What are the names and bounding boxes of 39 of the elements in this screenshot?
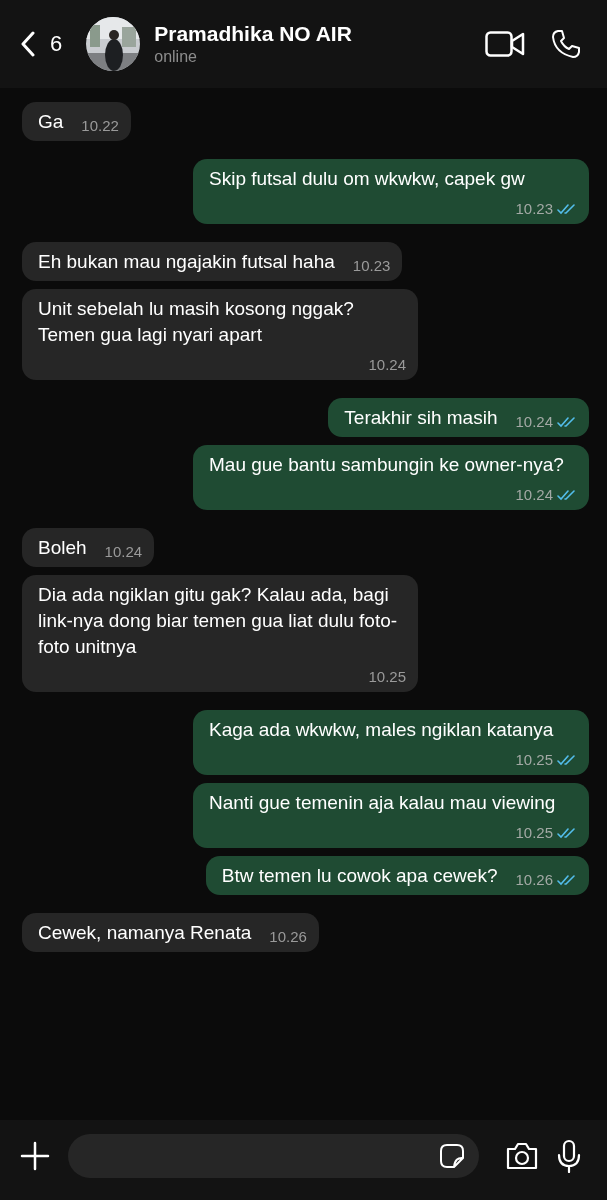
message-time: 10.23 bbox=[515, 199, 553, 219]
message-time: 10.26 bbox=[515, 870, 553, 890]
message-text: Boleh bbox=[38, 536, 87, 560]
message-text: Mau gue bantu sambungin ke owner-nya? bbox=[209, 453, 564, 477]
message-bubble[interactable]: Boleh 10.24 bbox=[22, 528, 155, 567]
message-time: 10.22 bbox=[81, 116, 119, 136]
message-bubble[interactable]: Unit sebelah lu masih kosong nggak? Temen gua lagi nyari apart 10.24 bbox=[22, 289, 418, 380]
message-text: Cewek, namanya Renata bbox=[38, 921, 252, 945]
message-text: Ga bbox=[38, 110, 64, 134]
message-time: 10.24 bbox=[515, 485, 553, 505]
message-text: Btw temen lu cowok apa cewek? bbox=[221, 864, 498, 888]
message-time: 10.25 bbox=[515, 750, 553, 770]
contact-status: online bbox=[154, 48, 198, 66]
message-time: 10.25 bbox=[368, 667, 406, 687]
message-time: 10.26 bbox=[269, 927, 307, 947]
message-text: Kaga ada wkwkw, males ngiklan katanya bbox=[209, 718, 554, 742]
message-bubble[interactable]: Skip futsal dulu om wkwkw, capek gw 10.23 bbox=[193, 159, 589, 224]
message-bubble[interactable]: Mau gue bantu sambungin ke owner-nya? 10.24 bbox=[193, 445, 589, 510]
message-text: Dia ada ngiklan gitu gak? Kalau ada, bagi link-nya dong biar temen gua liat dulu foto-foto unitnya bbox=[38, 583, 399, 659]
message-bubble[interactable]: Terakhir sih masih 10.24 bbox=[328, 398, 589, 437]
message-bubble[interactable]: Nanti gue temenin aja kalau mau viewing 10.25 bbox=[193, 783, 589, 848]
message-bubble[interactable]: Kaga ada wkwkw, males ngiklan katanya 10.25 bbox=[193, 710, 589, 775]
message-text: Nanti gue temenin aja kalau mau viewing bbox=[209, 791, 556, 815]
message-time: 10.24 bbox=[368, 355, 406, 375]
message-time: 10.24 bbox=[515, 412, 553, 432]
message-bubble[interactable]: Eh bukan mau ngajakin futsal haha 10.23 bbox=[22, 242, 403, 281]
message-text: Eh bukan mau ngajakin futsal haha bbox=[38, 250, 335, 274]
message-text: Skip futsal dulu om wkwkw, capek gw bbox=[209, 167, 525, 191]
message-bubble[interactable]: Btw temen lu cowok apa cewek? 10.26 bbox=[205, 856, 589, 895]
unread-count[interactable]: 6 bbox=[50, 31, 63, 57]
message-time: 10.23 bbox=[352, 256, 391, 276]
contact-name[interactable]: Pramadhika NO AIR bbox=[154, 22, 485, 46]
message-bubble[interactable]: Cewek, namanya Renata 10.26 bbox=[22, 913, 319, 952]
message-text: Terakhir sih masih bbox=[344, 406, 498, 430]
message-text: Unit sebelah lu masih kosong nggak? Temen gua lagi nyari apart bbox=[38, 297, 355, 347]
message-time: 10.24 bbox=[104, 542, 143, 562]
message-time: 10.25 bbox=[515, 823, 553, 843]
message-bubble[interactable]: Ga 10.22 bbox=[22, 102, 131, 141]
message-bubble[interactable]: Dia ada ngiklan gitu gak? Kalau ada, bagi link-nya dong biar temen gua liat dulu foto-foto unitnya 10.25 bbox=[22, 575, 418, 692]
